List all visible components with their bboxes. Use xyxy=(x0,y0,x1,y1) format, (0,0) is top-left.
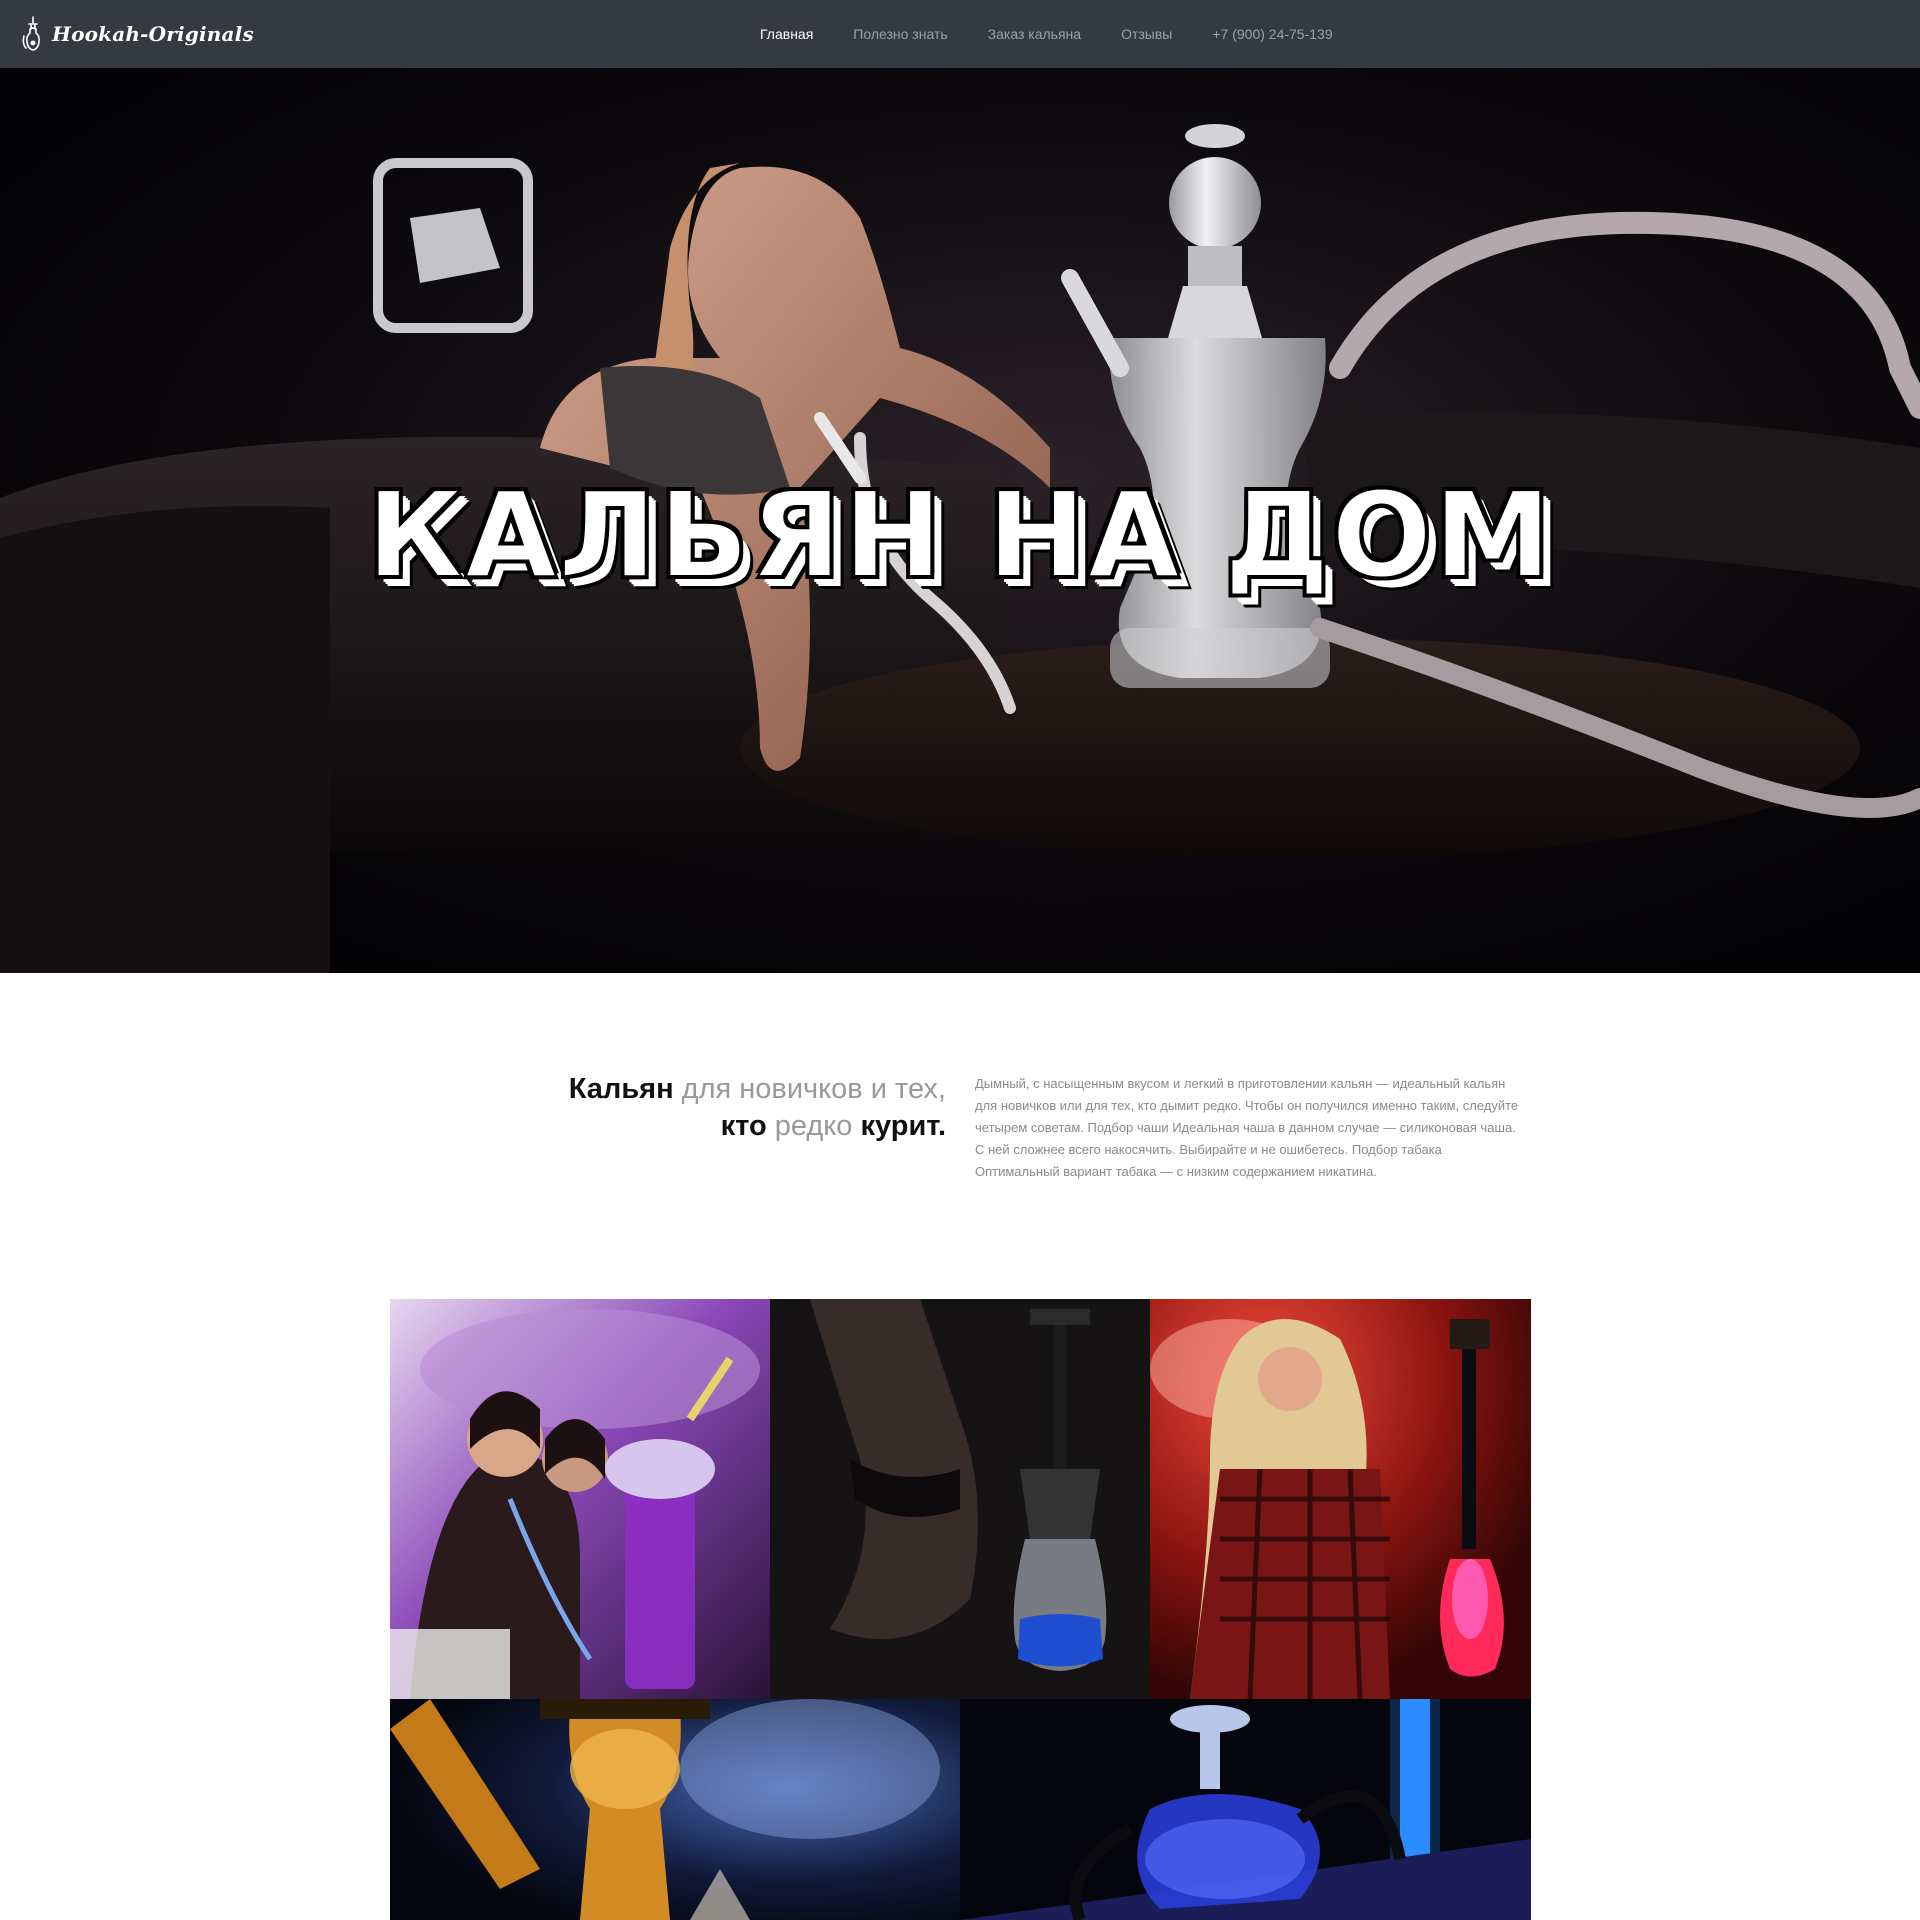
intro-heading-part: редко xyxy=(766,1110,861,1142)
gallery-photo-image xyxy=(390,1299,770,1699)
hero-title: КАЛЬЯН НА ДОМ xyxy=(366,466,1554,604)
nav-link-useful-info[interactable]: Полезно знать xyxy=(853,26,947,42)
nav-link-order[interactable]: Заказ кальяна xyxy=(988,26,1081,42)
intro-paragraph: Дымный, с насыщенным вкусом и легкий в п… xyxy=(975,1076,1519,1179)
nav-link-home[interactable]: Главная xyxy=(760,26,813,42)
main-nav: Главная Полезно знать Заказ кальяна Отзы… xyxy=(760,0,1333,68)
hookah-icon xyxy=(22,16,40,51)
intro-heading: Кальян для новичков и тех, кто редко кур… xyxy=(566,1071,946,1145)
gallery-photo[interactable] xyxy=(960,1699,1531,1920)
intro-heading-part: кто xyxy=(720,1110,767,1142)
gallery-photo[interactable] xyxy=(390,1299,770,1699)
photo-gallery xyxy=(390,1299,1531,1920)
gallery-photo-image xyxy=(390,1699,960,1920)
intro-heading-part: для новичков и тех, xyxy=(673,1073,946,1105)
brand-logo[interactable]: Hookah-Originals xyxy=(20,10,254,58)
gallery-photo[interactable] xyxy=(1150,1299,1531,1699)
gallery-photo-image xyxy=(770,1299,1150,1699)
gallery-photo[interactable] xyxy=(390,1699,960,1920)
gallery-photo-image xyxy=(960,1699,1531,1920)
hero-banner: КАЛЬЯН НА ДОМ xyxy=(0,68,1920,973)
intro-section: Кальян для новичков и тех, кто редко кур… xyxy=(0,973,1920,1299)
nav-link-reviews[interactable]: Отзывы xyxy=(1121,26,1172,42)
gallery-photo-image xyxy=(1150,1299,1531,1699)
gallery-photo[interactable] xyxy=(770,1299,1150,1699)
brand-name: Hookah-Originals xyxy=(52,22,254,46)
nav-link-phone[interactable]: +7 (900) 24-75-139 xyxy=(1212,26,1332,42)
navbar: Hookah-Originals Главная Полезно знать З… xyxy=(0,0,1920,68)
intro-heading-part: курит. xyxy=(860,1110,946,1142)
intro-heading-part: Кальян xyxy=(568,1073,674,1105)
